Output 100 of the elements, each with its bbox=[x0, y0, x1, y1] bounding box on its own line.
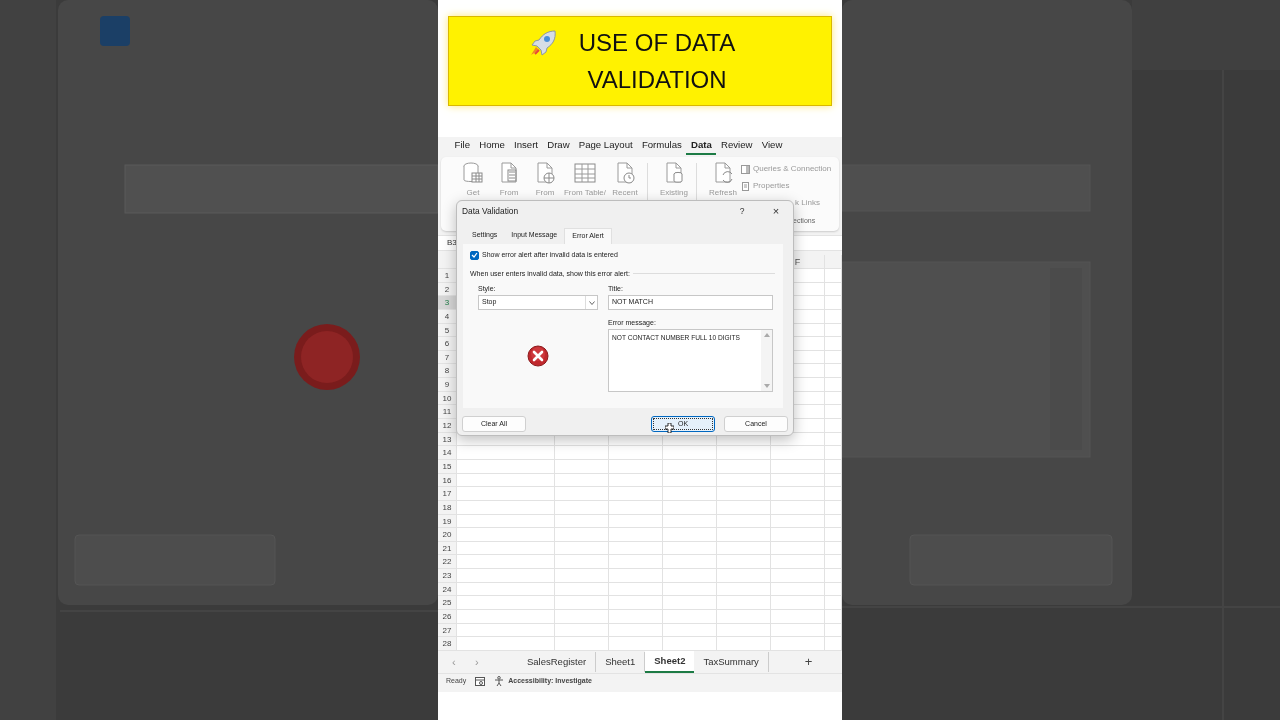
table-cell[interactable] bbox=[457, 473, 555, 488]
table-cell[interactable] bbox=[609, 514, 663, 529]
menu-tab[interactable]: Draw bbox=[542, 138, 575, 155]
row-header[interactable]: 28 bbox=[438, 637, 457, 651]
table-cell[interactable] bbox=[717, 459, 771, 474]
table-cell[interactable] bbox=[457, 514, 555, 529]
table-cell[interactable] bbox=[555, 500, 609, 515]
table-cell[interactable] bbox=[457, 446, 555, 460]
table-cell[interactable] bbox=[717, 500, 771, 515]
table-cell[interactable] bbox=[663, 637, 717, 651]
table-cell[interactable] bbox=[457, 459, 555, 474]
menu-tab[interactable]: File bbox=[450, 138, 475, 155]
row-header[interactable]: 20 bbox=[438, 528, 457, 542]
table-cell[interactable] bbox=[771, 623, 825, 638]
menu-tab[interactable]: Review bbox=[716, 138, 758, 155]
table-cell[interactable] bbox=[717, 637, 771, 651]
table-cell[interactable] bbox=[663, 596, 717, 610]
table-cell[interactable] bbox=[717, 596, 771, 610]
table-cell[interactable] bbox=[663, 569, 717, 583]
row-header[interactable]: 17 bbox=[438, 487, 457, 501]
table-cell[interactable] bbox=[663, 623, 717, 638]
table-cell[interactable] bbox=[717, 569, 771, 583]
table-cell[interactable] bbox=[555, 569, 609, 583]
row-header[interactable]: 14 bbox=[438, 446, 457, 460]
table-cell[interactable] bbox=[609, 459, 663, 474]
table-cell[interactable] bbox=[717, 446, 771, 460]
row-header[interactable]: 22 bbox=[438, 555, 457, 570]
table-cell[interactable] bbox=[609, 610, 663, 624]
menu-tab[interactable]: Data bbox=[686, 138, 717, 155]
scroll-up-icon[interactable] bbox=[763, 333, 770, 337]
table-cell[interactable] bbox=[609, 569, 663, 583]
table-cell[interactable] bbox=[609, 487, 663, 501]
table-cell[interactable] bbox=[609, 446, 663, 460]
table-cell[interactable] bbox=[457, 500, 555, 515]
table-cell[interactable] bbox=[555, 637, 609, 651]
table-cell[interactable] bbox=[457, 582, 555, 597]
table-cell[interactable] bbox=[457, 610, 555, 624]
table-cell[interactable] bbox=[457, 528, 555, 542]
table-cell[interactable] bbox=[457, 637, 555, 651]
sheet-tab[interactable]: Sheet2 bbox=[645, 650, 695, 674]
table-cell[interactable] bbox=[771, 500, 825, 515]
table-cell[interactable] bbox=[609, 528, 663, 542]
table-cell[interactable] bbox=[457, 596, 555, 610]
table-cell[interactable] bbox=[555, 555, 609, 570]
table-cell[interactable] bbox=[663, 514, 717, 529]
table-cell[interactable] bbox=[609, 623, 663, 638]
table-cell[interactable] bbox=[663, 582, 717, 597]
table-cell[interactable] bbox=[609, 637, 663, 651]
row-header[interactable]: 26 bbox=[438, 610, 457, 624]
table-cell[interactable] bbox=[771, 582, 825, 597]
table-cell[interactable] bbox=[457, 487, 555, 501]
scroll-down-icon[interactable] bbox=[763, 384, 770, 388]
checkbox[interactable] bbox=[470, 250, 479, 260]
row-header[interactable]: 12 bbox=[438, 419, 457, 433]
table-cell[interactable] bbox=[457, 541, 555, 556]
table-cell[interactable] bbox=[663, 555, 717, 570]
table-cell[interactable] bbox=[609, 555, 663, 570]
table-cell[interactable] bbox=[609, 596, 663, 610]
table-cell[interactable] bbox=[717, 582, 771, 597]
table-cell[interactable] bbox=[663, 487, 717, 501]
table-cell[interactable] bbox=[771, 637, 825, 651]
table-cell[interactable] bbox=[457, 555, 555, 570]
table-cell[interactable] bbox=[555, 446, 609, 460]
table-cell[interactable] bbox=[609, 582, 663, 597]
table-cell[interactable] bbox=[609, 541, 663, 556]
table-cell[interactable] bbox=[717, 514, 771, 529]
table-cell[interactable] bbox=[555, 582, 609, 597]
table-cell[interactable] bbox=[717, 610, 771, 624]
menu-tab[interactable]: Home bbox=[474, 138, 510, 155]
table-cell[interactable] bbox=[771, 541, 825, 556]
table-cell[interactable] bbox=[771, 555, 825, 570]
table-cell[interactable] bbox=[609, 500, 663, 515]
table-cell[interactable] bbox=[555, 541, 609, 556]
table-cell[interactable] bbox=[663, 473, 717, 488]
table-cell[interactable] bbox=[555, 610, 609, 624]
add-sheet-button[interactable]: + bbox=[804, 652, 813, 672]
table-cell[interactable] bbox=[771, 610, 825, 624]
table-cell[interactable] bbox=[771, 459, 825, 474]
table-cell[interactable] bbox=[663, 541, 717, 556]
row-header[interactable]: 23 bbox=[438, 569, 457, 583]
table-cell[interactable] bbox=[663, 446, 717, 460]
macro-icon[interactable] bbox=[475, 676, 486, 686]
sheet-tab[interactable]: TaxSummary bbox=[694, 651, 769, 673]
menu-tab[interactable]: View bbox=[757, 138, 787, 155]
table-cell[interactable] bbox=[457, 569, 555, 583]
table-cell[interactable] bbox=[555, 528, 609, 542]
table-cell[interactable] bbox=[555, 514, 609, 529]
table-cell[interactable] bbox=[717, 528, 771, 542]
table-cell[interactable] bbox=[457, 623, 555, 638]
table-cell[interactable] bbox=[717, 555, 771, 570]
table-cell[interactable] bbox=[555, 473, 609, 488]
table-cell[interactable] bbox=[771, 514, 825, 529]
table-cell[interactable] bbox=[717, 473, 771, 488]
row-header[interactable]: 25 bbox=[438, 596, 457, 610]
table-cell[interactable] bbox=[717, 487, 771, 501]
table-cell[interactable] bbox=[771, 487, 825, 501]
table-cell[interactable] bbox=[663, 610, 717, 624]
table-cell[interactable] bbox=[555, 459, 609, 474]
table-cell[interactable] bbox=[663, 459, 717, 474]
menu-tab[interactable]: Page Layout bbox=[574, 138, 638, 155]
